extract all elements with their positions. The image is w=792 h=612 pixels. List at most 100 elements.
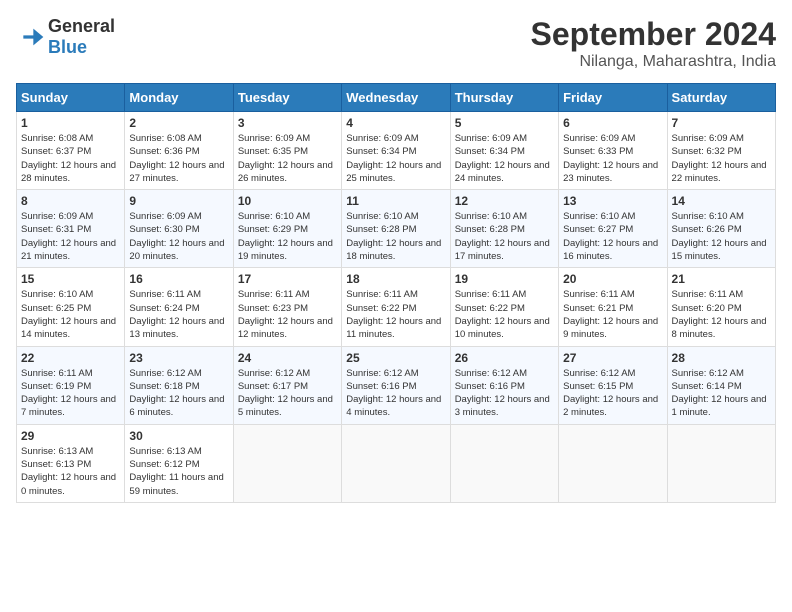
sunset-label: Sunset: 6:15 PM <box>563 381 633 392</box>
calendar-subtitle: Nilanga, Maharashtra, India <box>531 53 776 71</box>
sunrise-label: Sunrise: 6:10 AM <box>455 211 527 222</box>
sunrise-label: Sunrise: 6:09 AM <box>238 133 310 144</box>
sunrise-label: Sunrise: 6:12 AM <box>346 368 418 379</box>
sunrise-label: Sunrise: 6:11 AM <box>346 289 418 300</box>
sunset-label: Sunset: 6:32 PM <box>672 146 742 157</box>
calendar-cell: 22 Sunrise: 6:11 AM Sunset: 6:19 PM Dayl… <box>17 346 125 424</box>
sunset-label: Sunset: 6:34 PM <box>455 146 525 157</box>
sunset-label: Sunset: 6:22 PM <box>346 303 416 314</box>
header-monday: Monday <box>125 84 233 112</box>
sunset-label: Sunset: 6:12 PM <box>129 459 199 470</box>
day-info: Sunrise: 6:11 AM Sunset: 6:22 PM Dayligh… <box>346 288 445 341</box>
daylight-label: Daylight: 12 hours and 2 minutes. <box>563 394 658 418</box>
day-info: Sunrise: 6:09 AM Sunset: 6:31 PM Dayligh… <box>21 210 120 263</box>
sunset-label: Sunset: 6:21 PM <box>563 303 633 314</box>
daylight-label: Daylight: 12 hours and 23 minutes. <box>563 160 658 184</box>
sunrise-label: Sunrise: 6:12 AM <box>238 368 310 379</box>
sunrise-label: Sunrise: 6:12 AM <box>455 368 527 379</box>
sunset-label: Sunset: 6:35 PM <box>238 146 308 157</box>
day-number: 10 <box>238 194 337 208</box>
sunset-label: Sunset: 6:26 PM <box>672 224 742 235</box>
day-number: 25 <box>346 351 445 365</box>
daylight-label: Daylight: 12 hours and 4 minutes. <box>346 394 441 418</box>
sunset-label: Sunset: 6:25 PM <box>21 303 91 314</box>
daylight-label: Daylight: 12 hours and 6 minutes. <box>129 394 224 418</box>
calendar-cell <box>450 424 558 502</box>
calendar-cell: 7 Sunrise: 6:09 AM Sunset: 6:32 PM Dayli… <box>667 112 775 190</box>
calendar-cell: 5 Sunrise: 6:09 AM Sunset: 6:34 PM Dayli… <box>450 112 558 190</box>
sunrise-label: Sunrise: 6:11 AM <box>563 289 635 300</box>
day-info: Sunrise: 6:12 AM Sunset: 6:16 PM Dayligh… <box>455 367 554 420</box>
sunrise-label: Sunrise: 6:09 AM <box>346 133 418 144</box>
daylight-label: Daylight: 12 hours and 21 minutes. <box>21 238 116 262</box>
sunrise-label: Sunrise: 6:11 AM <box>238 289 310 300</box>
calendar-cell: 15 Sunrise: 6:10 AM Sunset: 6:25 PM Dayl… <box>17 268 125 346</box>
sunset-label: Sunset: 6:14 PM <box>672 381 742 392</box>
daylight-label: Daylight: 12 hours and 16 minutes. <box>563 238 658 262</box>
daylight-label: Daylight: 12 hours and 0 minutes. <box>21 472 116 496</box>
day-info: Sunrise: 6:10 AM Sunset: 6:25 PM Dayligh… <box>21 288 120 341</box>
sunset-label: Sunset: 6:13 PM <box>21 459 91 470</box>
calendar-week-2: 8 Sunrise: 6:09 AM Sunset: 6:31 PM Dayli… <box>17 190 776 268</box>
day-info: Sunrise: 6:08 AM Sunset: 6:36 PM Dayligh… <box>129 132 228 185</box>
day-info: Sunrise: 6:09 AM Sunset: 6:35 PM Dayligh… <box>238 132 337 185</box>
sunset-label: Sunset: 6:23 PM <box>238 303 308 314</box>
sunset-label: Sunset: 6:28 PM <box>346 224 416 235</box>
day-number: 4 <box>346 116 445 130</box>
calendar-cell: 4 Sunrise: 6:09 AM Sunset: 6:34 PM Dayli… <box>342 112 450 190</box>
calendar-cell <box>233 424 341 502</box>
day-info: Sunrise: 6:12 AM Sunset: 6:18 PM Dayligh… <box>129 367 228 420</box>
calendar-cell <box>667 424 775 502</box>
day-info: Sunrise: 6:09 AM Sunset: 6:34 PM Dayligh… <box>346 132 445 185</box>
sunrise-label: Sunrise: 6:08 AM <box>129 133 201 144</box>
daylight-label: Daylight: 12 hours and 13 minutes. <box>129 316 224 340</box>
daylight-label: Daylight: 12 hours and 15 minutes. <box>672 238 767 262</box>
calendar-cell: 16 Sunrise: 6:11 AM Sunset: 6:24 PM Dayl… <box>125 268 233 346</box>
day-info: Sunrise: 6:09 AM Sunset: 6:34 PM Dayligh… <box>455 132 554 185</box>
day-info: Sunrise: 6:11 AM Sunset: 6:24 PM Dayligh… <box>129 288 228 341</box>
calendar-cell: 27 Sunrise: 6:12 AM Sunset: 6:15 PM Dayl… <box>559 346 667 424</box>
calendar-cell: 11 Sunrise: 6:10 AM Sunset: 6:28 PM Dayl… <box>342 190 450 268</box>
daylight-label: Daylight: 12 hours and 22 minutes. <box>672 160 767 184</box>
sunrise-label: Sunrise: 6:11 AM <box>455 289 527 300</box>
calendar-week-5: 29 Sunrise: 6:13 AM Sunset: 6:13 PM Dayl… <box>17 424 776 502</box>
logo-blue: Blue <box>48 37 87 57</box>
sunset-label: Sunset: 6:20 PM <box>672 303 742 314</box>
calendar-cell: 12 Sunrise: 6:10 AM Sunset: 6:28 PM Dayl… <box>450 190 558 268</box>
daylight-label: Daylight: 12 hours and 8 minutes. <box>672 316 767 340</box>
header-saturday: Saturday <box>667 84 775 112</box>
day-number: 22 <box>21 351 120 365</box>
day-number: 9 <box>129 194 228 208</box>
daylight-label: Daylight: 12 hours and 26 minutes. <box>238 160 333 184</box>
daylight-label: Daylight: 12 hours and 9 minutes. <box>563 316 658 340</box>
calendar-cell: 10 Sunrise: 6:10 AM Sunset: 6:29 PM Dayl… <box>233 190 341 268</box>
title-block: September 2024 Nilanga, Maharashtra, Ind… <box>531 16 776 71</box>
header-thursday: Thursday <box>450 84 558 112</box>
daylight-label: Daylight: 12 hours and 19 minutes. <box>238 238 333 262</box>
day-info: Sunrise: 6:10 AM Sunset: 6:28 PM Dayligh… <box>455 210 554 263</box>
day-number: 29 <box>21 429 120 443</box>
day-number: 20 <box>563 272 662 286</box>
sunset-label: Sunset: 6:17 PM <box>238 381 308 392</box>
day-info: Sunrise: 6:11 AM Sunset: 6:23 PM Dayligh… <box>238 288 337 341</box>
daylight-label: Daylight: 12 hours and 20 minutes. <box>129 238 224 262</box>
sunrise-label: Sunrise: 6:09 AM <box>455 133 527 144</box>
day-number: 14 <box>672 194 771 208</box>
day-number: 21 <box>672 272 771 286</box>
calendar-title: September 2024 <box>531 16 776 53</box>
calendar-cell: 13 Sunrise: 6:10 AM Sunset: 6:27 PM Dayl… <box>559 190 667 268</box>
sunrise-label: Sunrise: 6:09 AM <box>563 133 635 144</box>
day-info: Sunrise: 6:12 AM Sunset: 6:15 PM Dayligh… <box>563 367 662 420</box>
day-number: 13 <box>563 194 662 208</box>
sunrise-label: Sunrise: 6:12 AM <box>672 368 744 379</box>
day-number: 7 <box>672 116 771 130</box>
daylight-label: Daylight: 12 hours and 10 minutes. <box>455 316 550 340</box>
day-number: 3 <box>238 116 337 130</box>
day-info: Sunrise: 6:10 AM Sunset: 6:29 PM Dayligh… <box>238 210 337 263</box>
calendar-cell: 28 Sunrise: 6:12 AM Sunset: 6:14 PM Dayl… <box>667 346 775 424</box>
day-info: Sunrise: 6:11 AM Sunset: 6:21 PM Dayligh… <box>563 288 662 341</box>
sunset-label: Sunset: 6:22 PM <box>455 303 525 314</box>
calendar-cell: 21 Sunrise: 6:11 AM Sunset: 6:20 PM Dayl… <box>667 268 775 346</box>
daylight-label: Daylight: 12 hours and 18 minutes. <box>346 238 441 262</box>
daylight-label: Daylight: 12 hours and 27 minutes. <box>129 160 224 184</box>
